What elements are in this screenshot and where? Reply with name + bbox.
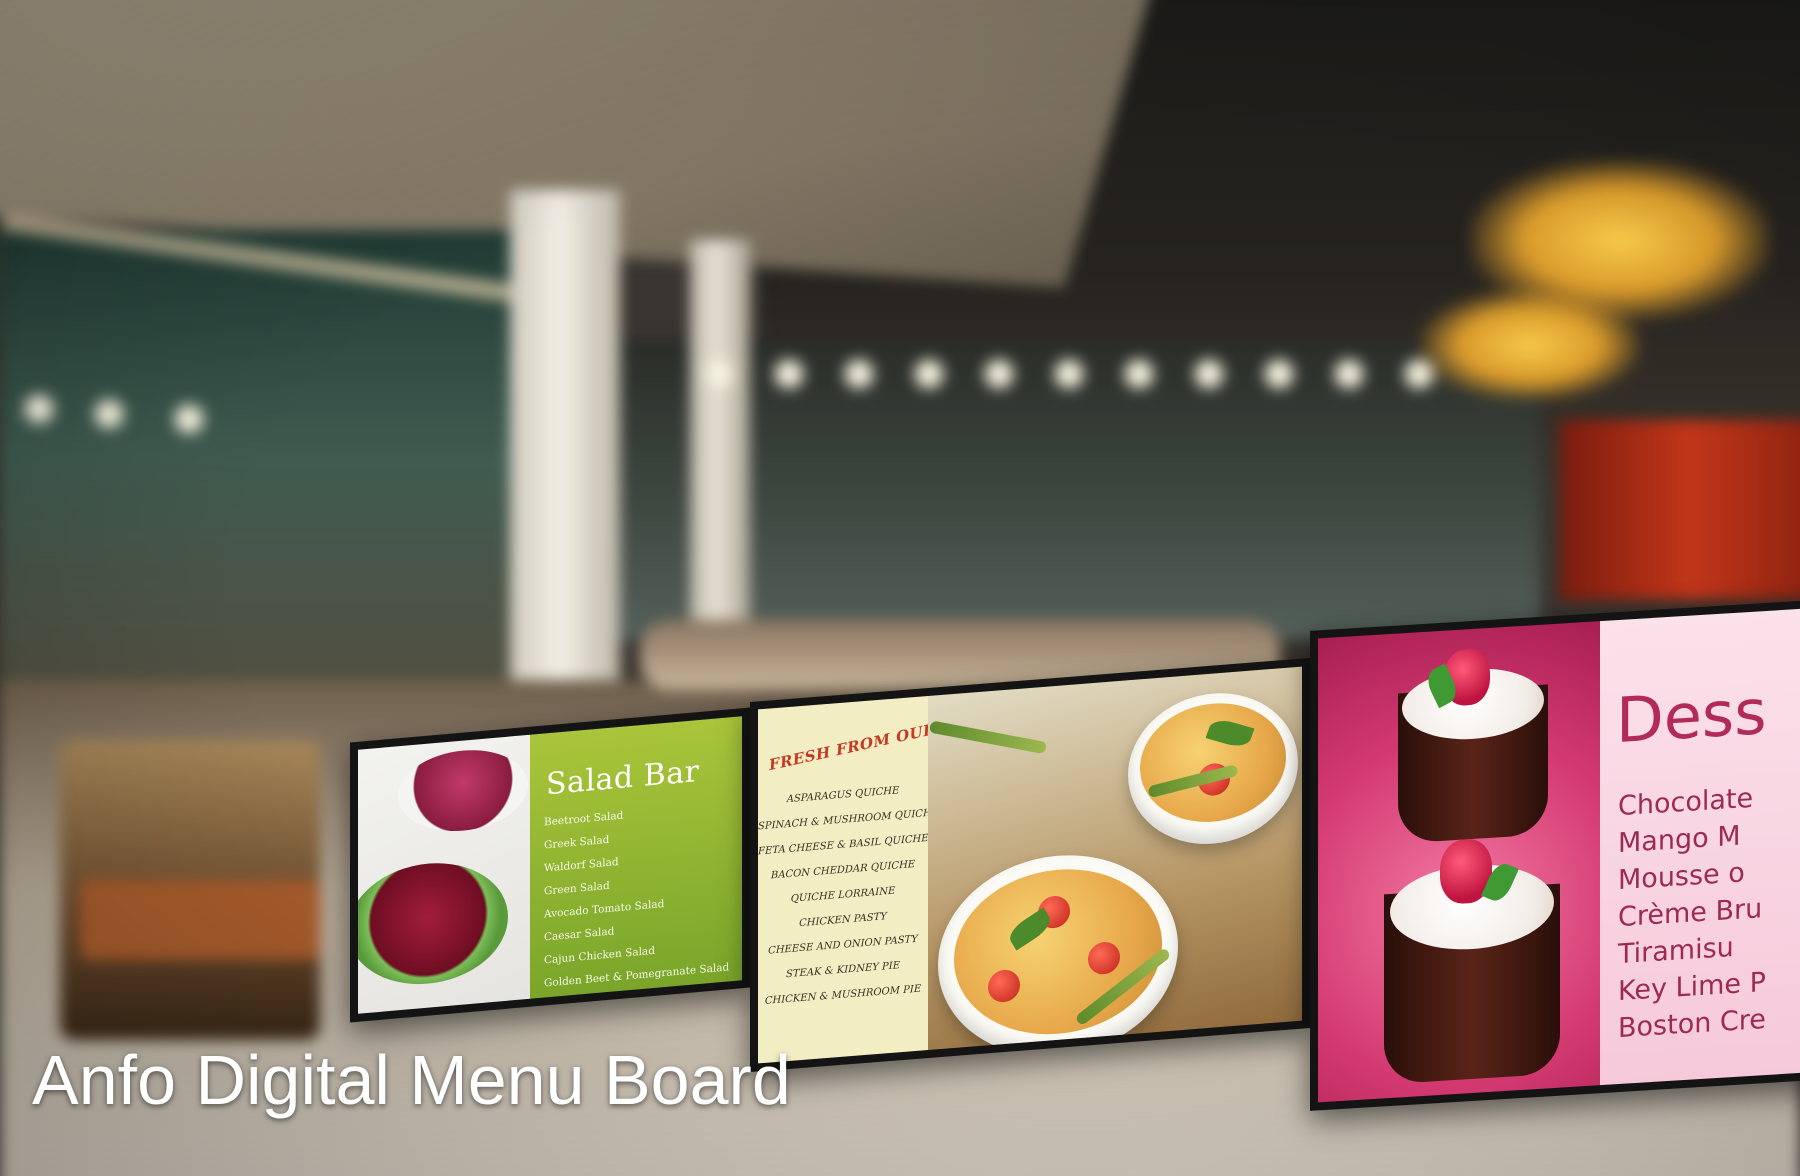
list-item: Boston Cre (1618, 1004, 1766, 1045)
quiche-photo (928, 666, 1302, 1051)
screen-salad-bar: Salad Bar Beetroot Salad Greek Salad Wal… (350, 707, 750, 1023)
dessert-photo (1318, 621, 1600, 1103)
salad-bar-list: Beetroot Salad Greek Salad Waldorf Salad… (544, 795, 729, 999)
desserts-list: Chocolate Mango M Mousse o Crème Bru Tir… (1618, 779, 1766, 1047)
oven-menu-panel: FRESH FROM OUR OVEN ASPARAGUS QUICHE SPI… (758, 696, 928, 1064)
salad-photo (358, 734, 530, 1014)
screen-fresh-from-oven: FRESH FROM OUR OVEN ASPARAGUS QUICHE SPI… (750, 657, 1310, 1073)
desserts-title: Dess (1616, 674, 1767, 758)
oven-menu-list: ASPARAGUS QUICHE SPINACH & MUSHROOM QUIC… (758, 776, 928, 1014)
desserts-panel: Dess Chocolate Mango M Mousse o Crème Br… (1600, 607, 1800, 1086)
salad-bar-panel: Salad Bar Beetroot Salad Greek Salad Wal… (530, 716, 742, 999)
screen-desserts: Dess Chocolate Mango M Mousse o Crème Br… (1310, 599, 1800, 1111)
caption-title: Anfo Digital Menu Board (32, 1041, 791, 1119)
asparagus (928, 720, 1048, 755)
oven-title: FRESH FROM OUR OVEN (767, 707, 928, 775)
salad-bar-title: Salad Bar (546, 753, 700, 803)
beet-salad-plate (358, 856, 508, 991)
beetroot-bowl (398, 744, 528, 837)
restaurant-scene: Salad Bar Beetroot Salad Greek Salad Wal… (0, 0, 1800, 1176)
